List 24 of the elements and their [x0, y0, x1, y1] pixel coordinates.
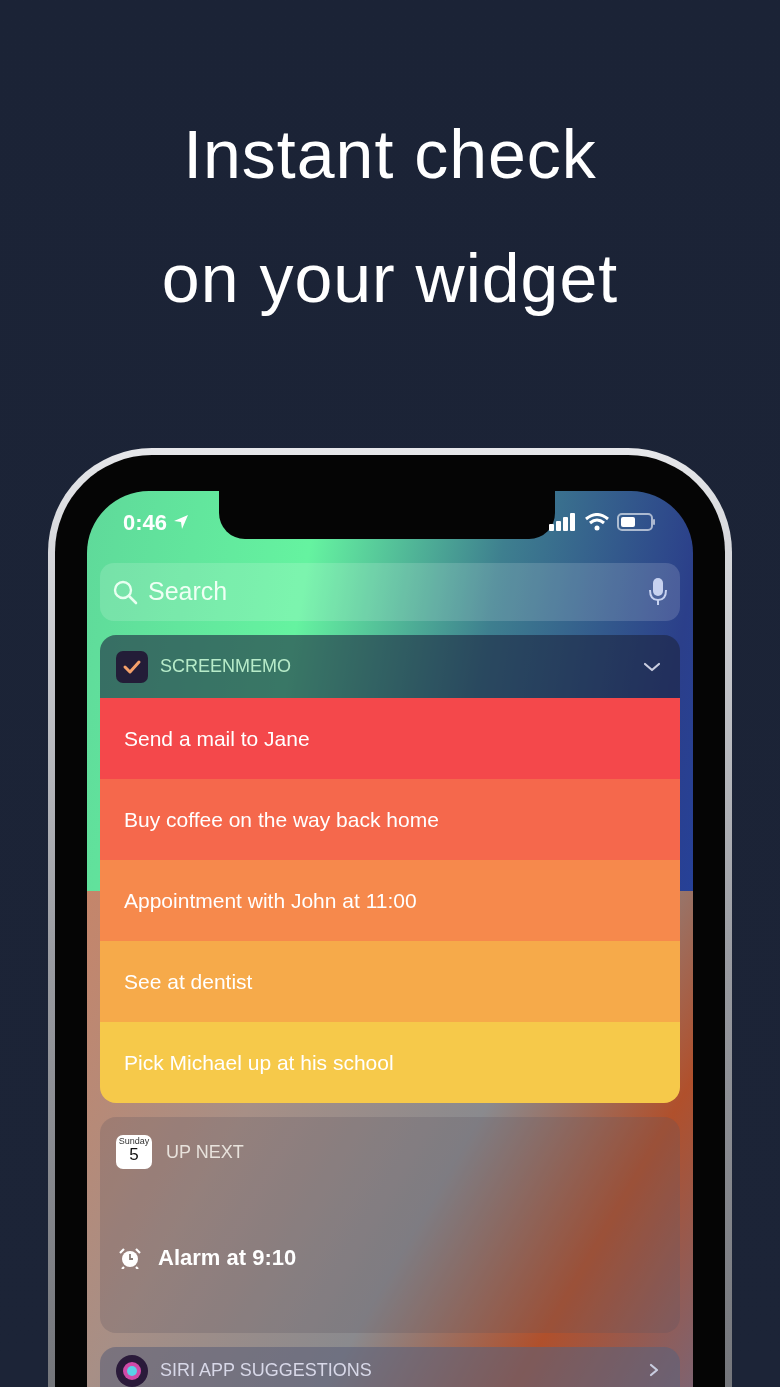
event-text[interactable]: Alarm at 9:10	[158, 1241, 297, 1274]
alarm-clock-icon	[118, 1246, 142, 1269]
checkmark-app-icon	[116, 650, 148, 683]
headline-text: on your widget	[161, 239, 619, 318]
task-row[interactable]: See at dentist	[100, 941, 680, 1022]
calendar-icon: Sunday 5	[116, 1135, 152, 1169]
task-row[interactable]: Send a mail to Jane	[100, 698, 680, 779]
headline-text: Instant check	[183, 115, 597, 194]
widget-title: SCREENMEMO	[160, 655, 292, 678]
siri-icon	[116, 1355, 148, 1387]
search-field[interactable]: Search	[148, 573, 638, 611]
status-time: 0:46	[123, 508, 168, 537]
search-bar[interactable]: Search	[100, 563, 680, 621]
task-row[interactable]: Appointment with John at 11:00	[100, 860, 680, 941]
task-row[interactable]: Pick Michael up at his school	[100, 1022, 680, 1103]
widget-title: SIRI APP SUGGESTIONS	[160, 1359, 373, 1381]
wifi-icon	[585, 513, 609, 531]
widget-title: UP NEXT	[166, 1140, 244, 1164]
battery-icon	[617, 512, 657, 532]
search-icon	[112, 579, 138, 605]
microphone-icon[interactable]	[648, 577, 668, 607]
signal-icon	[549, 513, 577, 531]
task-row[interactable]: Buy coffee on the way back home	[100, 779, 680, 860]
location-arrow-icon	[173, 514, 190, 530]
